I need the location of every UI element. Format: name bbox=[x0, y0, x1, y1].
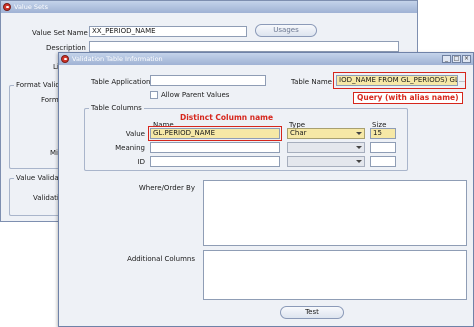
value-sets-titlebar: Value Sets bbox=[1, 1, 417, 13]
maximize-icon[interactable]: □ bbox=[452, 55, 461, 63]
dialog-window-controls: _ □ × bbox=[442, 55, 471, 63]
distinct-column-annotation: Distinct Column name bbox=[180, 113, 274, 122]
chevron-down-icon bbox=[356, 146, 362, 149]
id-size-field[interactable] bbox=[370, 156, 396, 167]
value-set-name-field[interactable]: XX_PERIOD_NAME bbox=[89, 26, 247, 37]
oracle-app-icon bbox=[61, 55, 69, 63]
table-name-label: Table Name bbox=[291, 78, 332, 86]
oracle-app-icon bbox=[3, 3, 11, 11]
where-order-by-textarea[interactable] bbox=[203, 180, 467, 246]
meaning-size-field[interactable] bbox=[370, 142, 396, 153]
format-validation-title: Format Valid bbox=[14, 81, 62, 89]
meaning-type-select[interactable] bbox=[287, 142, 365, 153]
chevron-down-icon bbox=[356, 132, 362, 135]
id-column-name-field[interactable] bbox=[150, 156, 280, 167]
validation-table-dialog: Validation Table Information _ □ × Table… bbox=[58, 52, 474, 327]
value-size-field[interactable]: 15 bbox=[370, 128, 396, 139]
minimize-icon[interactable]: _ bbox=[442, 55, 451, 63]
table-application-label: Table Application bbox=[91, 78, 151, 86]
where-order-by-label: Where/Order By bbox=[138, 184, 195, 192]
value-sets-title: Value Sets bbox=[14, 3, 48, 11]
close-icon[interactable]: × bbox=[462, 55, 471, 63]
description-field[interactable] bbox=[89, 41, 399, 52]
meaning-column-name-field[interactable] bbox=[150, 142, 280, 153]
maximum-label: Mi bbox=[50, 149, 58, 157]
format-type-label: Form bbox=[41, 96, 59, 104]
value-validation-title: Value Valida bbox=[14, 174, 61, 182]
allow-parent-values-checkbox[interactable] bbox=[150, 91, 158, 99]
table-columns-title: Table Columns bbox=[89, 104, 144, 112]
value-set-name-label: Value Set Name bbox=[32, 29, 88, 37]
dialog-titlebar: Validation Table Information _ □ × bbox=[59, 53, 473, 65]
meaning-row-label: Meaning bbox=[115, 144, 145, 152]
id-type-select[interactable] bbox=[287, 156, 365, 167]
dialog-title: Validation Table Information bbox=[72, 55, 163, 63]
description-label: Description bbox=[46, 44, 86, 52]
query-highlight-box bbox=[333, 72, 466, 89]
id-row-label: ID bbox=[137, 158, 145, 166]
validation-type-label: Validati bbox=[33, 194, 59, 202]
test-button[interactable]: Test bbox=[280, 306, 344, 319]
value-row-label: Value bbox=[125, 130, 145, 138]
query-alias-annotation: Query (with alias name) bbox=[353, 92, 463, 104]
chevron-down-icon bbox=[356, 160, 362, 163]
usages-button[interactable]: Usages bbox=[255, 24, 317, 37]
table-application-field[interactable] bbox=[150, 75, 266, 86]
allow-parent-values-label: Allow Parent Values bbox=[161, 91, 230, 99]
additional-columns-textarea[interactable] bbox=[203, 250, 467, 300]
value-type-select[interactable]: Char bbox=[287, 128, 365, 139]
distinct-column-highlight-box bbox=[148, 126, 282, 141]
additional-columns-label: Additional Columns bbox=[127, 255, 195, 263]
value-type-text: Char bbox=[290, 129, 307, 137]
